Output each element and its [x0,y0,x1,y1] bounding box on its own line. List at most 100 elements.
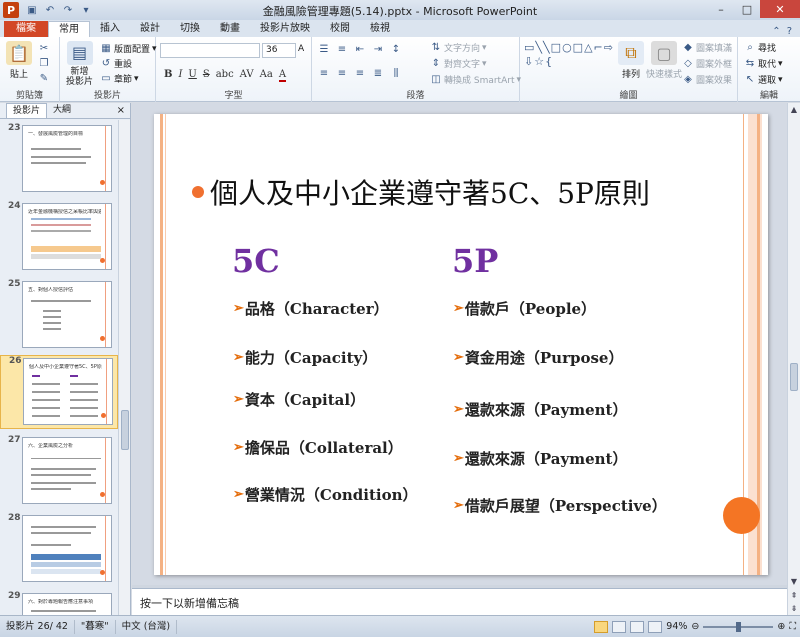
tab-home[interactable]: 常用 [48,21,90,37]
shape-effects-button[interactable]: ◈ 圖案效果 [682,73,732,86]
tab-slideshow[interactable]: 投影片放映 [250,21,320,37]
slide-title[interactable]: 個人及中小企業遵守著5C、5P原則 [192,172,650,212]
list-item[interactable]: ➢ 借款戶（People） [453,298,596,319]
align-text-button[interactable]: ⇕ 對齊文字 ▾ [430,57,487,70]
line-spacing-icon[interactable]: ↕ [390,43,402,55]
find-button[interactable]: ⌕ 尋找 [744,41,776,54]
undo-icon[interactable]: ↶ [43,3,57,17]
select-button[interactable]: ↖ 選取 ▾ [744,73,783,86]
zoom-in-icon[interactable]: ⊕ [777,621,785,632]
heading-5c[interactable]: 5C [232,242,280,280]
next-slide-icon[interactable]: ⇟ [788,602,800,614]
close-button[interactable]: ✕ [760,0,800,18]
scrollbar-thumb[interactable] [121,410,129,450]
customize-quick-access-icon[interactable]: ▾ [79,3,93,17]
zoom-out-icon[interactable]: ⊖ [691,621,699,632]
arrange-button[interactable]: ⧉ 排列 [618,41,644,80]
maximize-button[interactable]: □ [734,0,760,18]
char-spacing-button[interactable]: AV [240,69,254,82]
change-case-button[interactable]: Aa [260,69,273,82]
tab-review[interactable]: 校閱 [320,21,360,37]
scrollbar-thumb[interactable] [790,363,798,391]
heading-5p[interactable]: 5P [452,242,498,280]
quick-styles-button[interactable]: ▢ 快速樣式 [646,41,682,80]
tab-view[interactable]: 檢視 [360,21,400,37]
slide-thumbnail[interactable]: 24 近年金融機構授信之呆帳比率與逾放比 [0,201,118,273]
tab-transitions[interactable]: 切換 [170,21,210,37]
tab-animations[interactable]: 動畫 [210,21,250,37]
bullets-icon[interactable]: ☰ [318,43,330,55]
cut-button[interactable]: ✂ [38,42,50,54]
zoom-slider-knob[interactable] [736,621,742,632]
reading-view-button[interactable] [630,620,645,633]
numbering-icon[interactable]: ≡ [336,43,348,55]
text-direction-button[interactable]: ⇅ 文字方向 ▾ [430,41,487,54]
normal-view-button[interactable] [594,620,609,633]
list-item[interactable]: ➢ 營業情況（Condition） [233,484,417,505]
list-item[interactable]: ➢ 還款來源（Payment） [453,399,627,420]
list-item[interactable]: ➢ 借款戶展望（Perspective） [453,495,667,516]
powerpoint-app-icon[interactable]: P [3,2,19,18]
italic-button[interactable]: I [178,69,182,82]
font-size-combo[interactable]: 36 [262,43,296,58]
minimize-button[interactable]: – [708,0,734,18]
align-left-icon[interactable]: ≡ [318,67,330,79]
tab-insert[interactable]: 插入 [90,21,130,37]
notes-pane[interactable]: 按一下以新增備忘稿 [132,588,787,615]
new-slide-button[interactable]: ▤ 新增 投影片 [66,41,93,87]
save-icon[interactable]: ▣ [25,3,39,17]
shadow-button[interactable]: abc [216,69,234,82]
list-item[interactable]: ➢ 還款來源（Payment） [453,448,627,469]
increase-indent-icon[interactable]: ⇥ [372,43,384,55]
slide-thumbnail[interactable]: 27 六、企業風險之分析 [0,435,118,507]
list-item[interactable]: ➢ 資金用途（Purpose） [453,347,623,368]
section-button[interactable]: ▭ 章節 ▾ [100,72,138,85]
slide-thumbnail[interactable]: 29 六、對於專題報告應注意事項 [0,591,118,615]
list-item[interactable]: ➢ 資本（Capital） [233,389,365,410]
reset-button[interactable]: ↺ 重設 [100,57,132,70]
align-center-icon[interactable]: ≡ [336,67,348,79]
font-color-button[interactable]: A [278,69,287,82]
slide-thumbnail[interactable]: 25 五、對個人授信評估 [0,279,118,351]
slideshow-button[interactable] [648,620,663,633]
copy-button[interactable]: ❐ [38,57,50,69]
replace-button[interactable]: ⇆ 取代 ▾ [744,57,783,70]
slide-thumbnail[interactable]: 28 [0,513,118,585]
slide[interactable]: 個人及中小企業遵守著5C、5P原則 5C 5P ➢ 品格（Character） ➢… [154,114,768,575]
tab-file[interactable]: 檔案 [4,21,48,37]
font-name-combo[interactable] [160,43,260,58]
redo-icon[interactable]: ↷ [61,3,75,17]
slide-scrollbar[interactable]: ▲ ▼ ⇞ ⇟ [787,103,800,615]
format-painter-button[interactable]: ✎ [38,72,50,84]
panel-scrollbar[interactable] [118,120,130,615]
slide-thumbnail-selected[interactable]: 26 個人及中小企業遵守著5C、5P原則 [0,355,118,429]
slide-sorter-button[interactable] [612,620,627,633]
bold-button[interactable]: B [164,69,172,82]
align-right-icon[interactable]: ≡ [354,67,366,79]
tab-design[interactable]: 設計 [130,21,170,37]
tab-outline[interactable]: 大綱 [47,103,77,118]
list-item[interactable]: ➢ 能力（Capacity） [233,347,377,368]
columns-icon[interactable]: ⫼ [390,67,402,79]
fit-to-window-icon[interactable]: ⛶ [789,621,796,632]
scroll-down-icon[interactable]: ▼ [788,575,800,587]
paste-button[interactable]: 📋 貼上 [6,41,32,80]
panel-close-icon[interactable]: × [117,103,125,118]
justify-icon[interactable]: ≣ [372,67,384,79]
shape-outline-button[interactable]: ◇ 圖案外框 [682,57,732,70]
layout-button[interactable]: ▦ 版面配置 ▾ [100,42,156,55]
grow-font-button[interactable]: A [298,44,304,54]
list-item[interactable]: ➢ 品格（Character） [233,298,389,319]
strikethrough-button[interactable]: S [203,69,210,82]
zoom-slider[interactable] [703,621,774,632]
smartart-button[interactable]: ◫ 轉換成 SmartArt ▾ [430,73,521,86]
shapes-gallery[interactable]: ▭ ╲ ╲ □ ○ □ △ ⌐ ⇨ ⇩ ☆{ [524,41,614,68]
decrease-indent-icon[interactable]: ⇤ [354,43,366,55]
slide-thumbnail[interactable]: 23 一、發展風險管理的目標 [0,123,118,195]
help-icon[interactable]: ? [787,26,792,37]
previous-slide-icon[interactable]: ⇞ [788,589,800,601]
scroll-up-icon[interactable]: ▲ [788,103,800,115]
minimize-ribbon-icon[interactable]: ⌃ [772,26,780,37]
underline-button[interactable]: U [188,69,196,82]
shape-fill-button[interactable]: ◆ 圖案填滿 [682,41,732,54]
